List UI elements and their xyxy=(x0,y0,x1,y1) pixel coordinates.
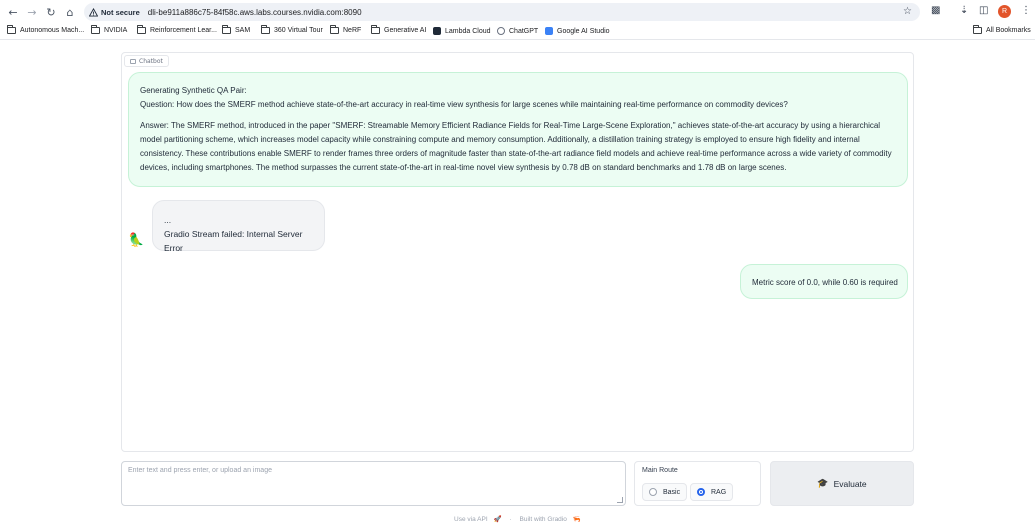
built-with-gradio-link[interactable]: Built with Gradio xyxy=(520,516,567,523)
bookmark-label: NeRF xyxy=(343,27,362,34)
radio-checked-icon xyxy=(697,488,705,496)
bookmark-star-icon[interactable]: ☆ xyxy=(903,6,912,18)
folder-icon xyxy=(261,25,270,34)
bookmark-360-virtual-tour[interactable]: 360 Virtual Tour xyxy=(261,25,323,34)
bookmark-autonomous-machines[interactable]: Autonomous Mach... xyxy=(7,25,85,34)
folder-icon xyxy=(7,25,16,34)
route-option-basic[interactable]: Basic xyxy=(642,483,688,501)
evaluate-button[interactable]: 🎓 Evaluate xyxy=(770,461,914,506)
security-label: Not secure xyxy=(101,7,140,17)
gradio-logo-icon: 🦐 xyxy=(572,516,581,523)
forward-arrow-icon[interactable]: → xyxy=(22,2,42,22)
folder-icon xyxy=(973,25,982,34)
parrot-avatar-icon: 🦜 xyxy=(128,233,145,248)
evaluate-label: Evaluate xyxy=(833,478,867,489)
message-line: ... xyxy=(164,215,172,225)
message-line: Generating Synthetic QA Pair: xyxy=(140,86,247,95)
footer: Use via API 🚀 · Built with Gradio 🦐 xyxy=(0,515,1035,523)
radio-unchecked-icon xyxy=(649,488,657,496)
bookmark-label: ChatGPT xyxy=(509,27,539,35)
all-bookmarks-label: All Bookmarks xyxy=(986,27,1031,34)
bookmark-label: Google AI Studio xyxy=(557,27,610,35)
chatbot-label-text: Chatbot xyxy=(139,57,163,65)
bookmark-lambda-cloud[interactable]: Lambda Cloud xyxy=(433,27,491,35)
use-via-api-link[interactable]: Use via API xyxy=(454,516,488,523)
bookmark-label: Generative AI xyxy=(384,27,427,34)
chat-input-placeholder: Enter text and press enter, or upload an… xyxy=(128,467,272,474)
bookmark-label: Lambda Cloud xyxy=(445,27,491,35)
address-bar[interactable]: Not secure dli-be911a886c75-84f58c.aws.l… xyxy=(84,3,920,21)
folder-icon xyxy=(371,25,380,34)
bookmark-generative-ai[interactable]: Generative AI xyxy=(371,25,427,34)
bookmark-nvidia[interactable]: NVIDIA xyxy=(91,25,128,34)
security-chip[interactable]: Not secure xyxy=(89,7,140,17)
lambda-icon xyxy=(433,27,441,35)
chatgpt-icon xyxy=(497,27,505,35)
route-option-rag[interactable]: RAG xyxy=(690,483,734,501)
main-route-title: Main Route xyxy=(642,467,678,474)
profile-avatar[interactable]: R xyxy=(998,5,1011,18)
bookmark-label: SAM xyxy=(235,27,251,34)
chat-icon xyxy=(130,58,136,64)
google-ai-studio-icon xyxy=(545,27,553,35)
route-option-label: RAG xyxy=(711,488,727,496)
footer-separator: · xyxy=(509,516,512,523)
bot-message-error: ... Gradio Stream failed: Internal Serve… xyxy=(152,200,325,253)
message-error-text: Gradio Stream failed: Internal Server Er… xyxy=(164,229,303,253)
warning-triangle-icon xyxy=(89,7,98,17)
bookmark-google-ai-studio[interactable]: Google AI Studio xyxy=(545,27,610,35)
bookmark-label: NVIDIA xyxy=(104,27,128,34)
chat-input[interactable]: Enter text and press enter, or upload an… xyxy=(121,461,626,506)
folder-icon xyxy=(222,25,231,34)
download-icon[interactable]: ⇣ xyxy=(960,4,968,18)
extensions-icon[interactable]: ▩ xyxy=(931,4,940,18)
chatbot-label: Chatbot xyxy=(124,55,169,67)
bookmark-label: Autonomous Mach... xyxy=(20,27,85,34)
bookmark-sam[interactable]: SAM xyxy=(222,25,251,34)
all-bookmarks[interactable]: All Bookmarks xyxy=(973,25,1031,34)
bookmark-label: 360 Virtual Tour xyxy=(274,27,323,34)
bookmark-label: Reinforcement Lear... xyxy=(150,27,217,34)
browser-toolbar: ← → ↻ ⌂ Not secure dli-be911a886c75-84f5… xyxy=(0,0,1035,24)
side-panel-icon[interactable]: ◫ xyxy=(979,4,988,18)
bookmark-reinforcement-learning[interactable]: Reinforcement Lear... xyxy=(137,25,217,34)
bookmarks-bar: Autonomous Mach... NVIDIA Reinforcement … xyxy=(0,24,1035,40)
bookmark-chatgpt[interactable]: ChatGPT xyxy=(497,27,538,35)
resize-handle-icon[interactable] xyxy=(617,497,623,503)
folder-icon xyxy=(137,25,146,34)
menu-kebab-icon[interactable]: ⋮ xyxy=(1021,4,1031,18)
route-option-label: Basic xyxy=(663,488,681,496)
back-arrow-icon[interactable]: ← xyxy=(3,2,23,22)
reload-icon[interactable]: ↻ xyxy=(41,2,61,22)
bookmark-nerf[interactable]: NeRF xyxy=(330,25,362,34)
main-route-group: Main Route Basic RAG xyxy=(634,461,761,506)
url-text[interactable]: dli-be911a886c75-84f58c.aws.labs.courses… xyxy=(148,8,362,17)
message-question: Question: How does the SMERF method achi… xyxy=(140,100,788,109)
folder-icon xyxy=(330,25,339,34)
graduation-cap-icon: 🎓 xyxy=(817,478,829,488)
user-message: Metric score of 0.0, while 0.60 is requi… xyxy=(740,264,908,299)
home-icon[interactable]: ⌂ xyxy=(60,2,80,22)
bot-message-qa: Generating Synthetic QA Pair: Question: … xyxy=(128,72,908,187)
message-answer: Answer: The SMERF method, introduced in … xyxy=(140,121,892,172)
rocket-icon: 🚀 xyxy=(493,516,502,523)
folder-icon xyxy=(91,25,100,34)
